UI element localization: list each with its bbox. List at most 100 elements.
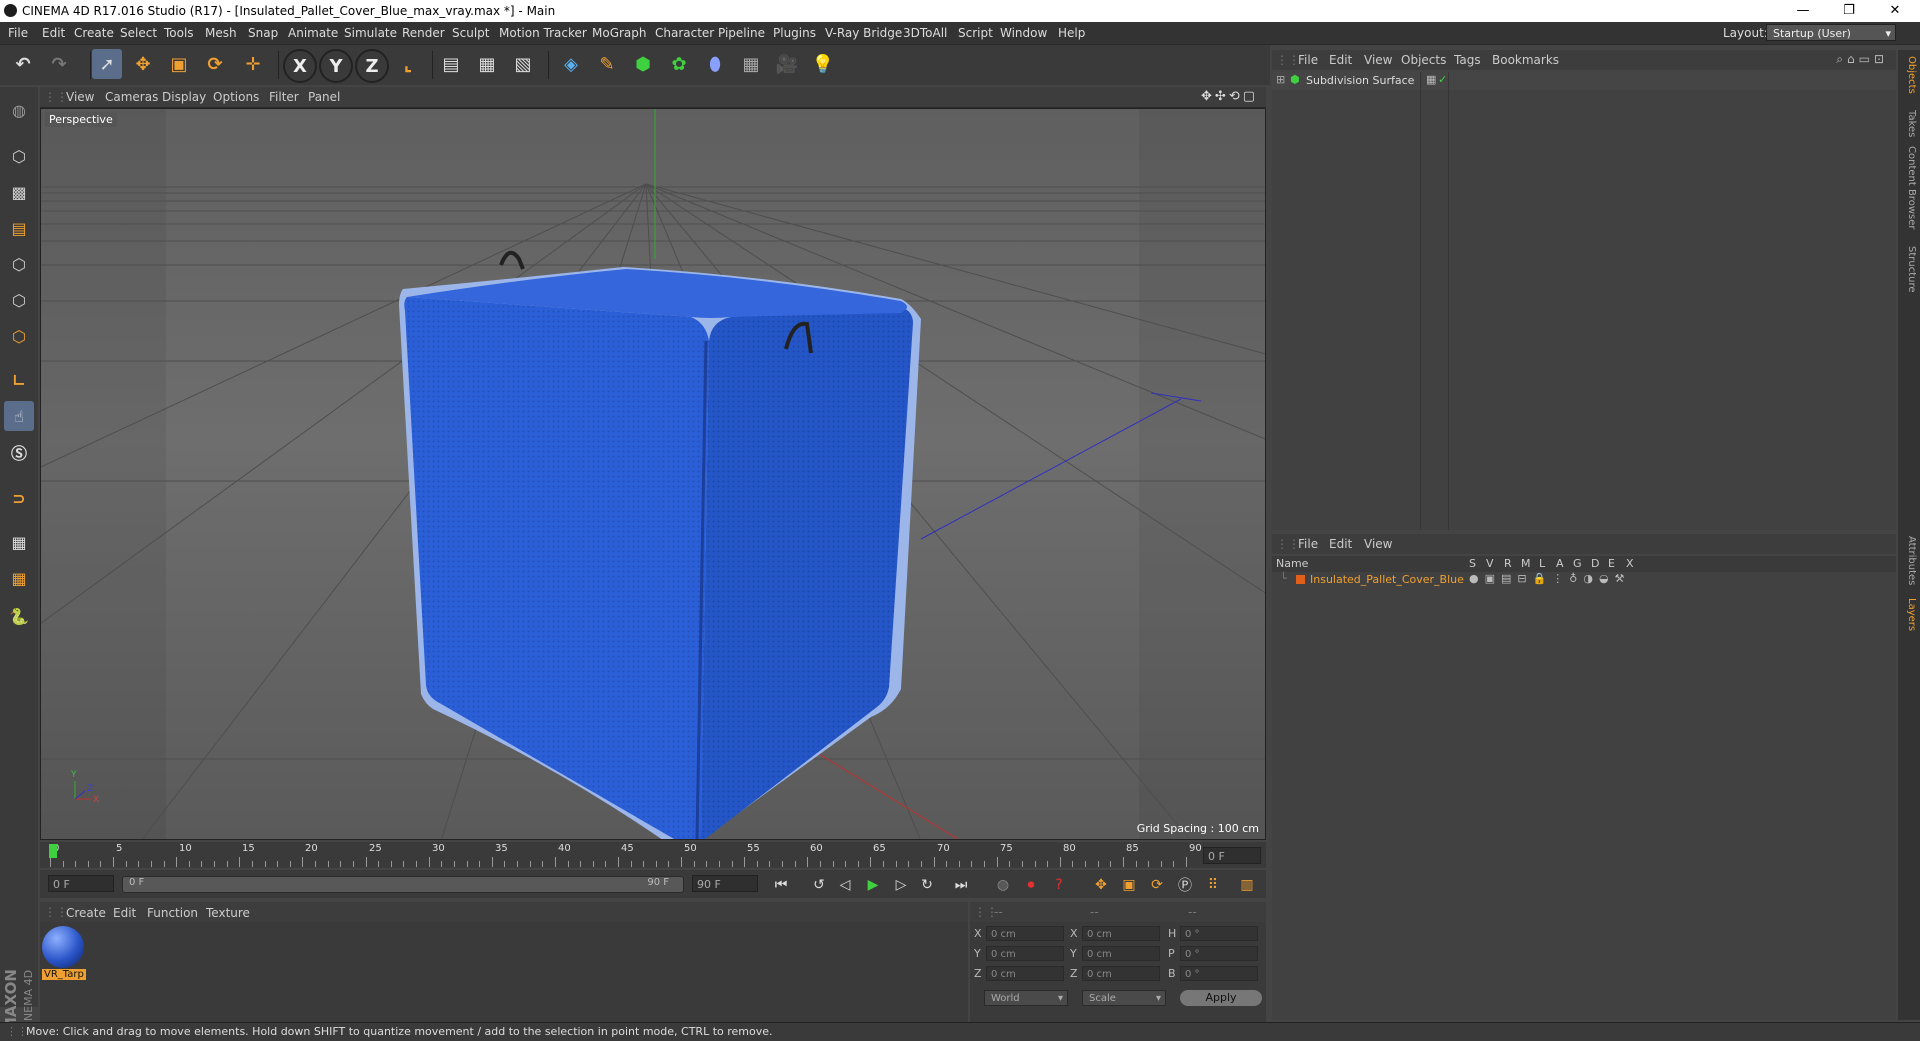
go-to-start-icon[interactable]: ⏮ <box>770 874 792 896</box>
position-y-field[interactable]: 0 cm <box>986 946 1064 961</box>
viewport-menu-filter[interactable]: Filter <box>269 90 299 104</box>
viewport-menu-panel[interactable]: Panel <box>308 90 340 104</box>
menu-edit[interactable]: Edit <box>42 26 65 40</box>
undo-icon[interactable]: ↶ <box>8 49 38 79</box>
menu-tools[interactable]: Tools <box>164 26 194 40</box>
redo-icon[interactable]: ↷ <box>44 49 74 79</box>
expand-icon[interactable]: ⊞ <box>1276 73 1285 86</box>
motion-path-icon[interactable]: ◍ <box>992 874 1014 896</box>
col-view[interactable]: V <box>1486 557 1494 570</box>
enabled-check-icon[interactable]: ✓ <box>1438 73 1447 86</box>
viewport-menu-display[interactable]: Display <box>162 90 206 104</box>
close-button[interactable]: ✕ <box>1872 0 1918 22</box>
menu-file[interactable]: File <box>8 26 28 40</box>
object-menu-file[interactable]: File <box>1298 53 1318 67</box>
viewport-navigation-icons[interactable]: ✥✣⟲▢ <box>1201 89 1258 104</box>
next-frame-icon[interactable]: ▷ <box>890 874 912 896</box>
subdivision-surface-icon[interactable]: ⬢ <box>628 49 658 79</box>
col-expressions[interactable]: E <box>1608 557 1615 570</box>
texture-mode-icon[interactable]: ▩ <box>4 177 34 207</box>
drag-handle-icon[interactable]: ⋮⋮ <box>1276 537 1300 551</box>
playhead[interactable] <box>49 844 57 858</box>
menu-mesh[interactable]: Mesh <box>205 26 237 40</box>
tab-layers[interactable]: Layers <box>1901 598 1917 631</box>
make-editable-icon[interactable]: ◍ <box>4 95 34 125</box>
snapping-icon[interactable]: Ⓢ <box>4 437 34 467</box>
magnet-icon[interactable]: ⊃ <box>4 483 34 513</box>
timeline-ruler[interactable]: 051015202530354045505560657075808590 0 F <box>40 842 1266 868</box>
deformer-icon[interactable]: ⬮ <box>700 49 730 79</box>
menu-motion-tracker[interactable]: Motion Tracker <box>499 26 587 40</box>
live-selection-icon[interactable]: ➚ <box>92 49 122 79</box>
viewport-menu-view[interactable]: View <box>66 90 94 104</box>
range-slider[interactable]: 0 F 90 F <box>122 876 684 893</box>
object-menu-objects[interactable]: Objects <box>1401 53 1446 67</box>
menu-character[interactable]: Character <box>655 26 714 40</box>
key-rotation-icon[interactable]: ⟳ <box>1146 874 1168 896</box>
spline-pen-icon[interactable]: ✎ <box>592 49 622 79</box>
z-axis-lock-icon[interactable]: Z <box>355 49 389 83</box>
record-icon[interactable]: ⏺ <box>1020 874 1042 896</box>
tab-takes[interactable]: Takes <box>1901 110 1917 137</box>
rotation-h-field[interactable]: 0 ° <box>1180 926 1258 941</box>
menu-3dtoall[interactable]: 3DToAll <box>903 26 947 40</box>
key-point-level-icon[interactable]: ⠿ <box>1202 874 1224 896</box>
object-name[interactable]: Subdivision Surface <box>1306 74 1414 87</box>
key-scale-icon[interactable]: ▣ <box>1118 874 1140 896</box>
cloner-icon[interactable]: ✿ <box>664 49 694 79</box>
object-menu-bookmarks[interactable]: Bookmarks <box>1492 53 1559 67</box>
key-parameter-icon[interactable]: Ⓟ <box>1174 874 1196 896</box>
col-deformers[interactable]: D <box>1591 557 1599 570</box>
menu-vray-bridge[interactable]: V-Ray Bridge <box>825 26 902 40</box>
object-menu-view[interactable]: View <box>1364 53 1392 67</box>
menu-sculpt[interactable]: Sculpt <box>452 26 489 40</box>
col-animation[interactable]: A <box>1556 557 1564 570</box>
autokey-icon[interactable]: ? <box>1048 874 1070 896</box>
layer-menu-file[interactable]: File <box>1298 537 1318 551</box>
material-swatch[interactable]: VR_Tarp <box>42 926 86 982</box>
size-mode-dropdown[interactable]: Scale ▾ <box>1082 990 1166 1006</box>
layer-row[interactable]: └ Insulated_Pallet_Cover_Blue ●▣▤⊟🔒⋮♁◑◒⚒ <box>1272 572 1896 588</box>
camera-label[interactable]: Perspective <box>45 112 117 127</box>
object-menu-edit[interactable]: Edit <box>1329 53 1352 67</box>
layer-menu-edit[interactable]: Edit <box>1329 537 1352 551</box>
col-manager[interactable]: M <box>1521 557 1531 570</box>
menu-select[interactable]: Select <box>120 26 157 40</box>
menu-render[interactable]: Render <box>402 26 445 40</box>
tab-structure[interactable]: Structure <box>1901 246 1917 293</box>
layer-menu-view[interactable]: View <box>1364 537 1392 551</box>
planar-workplane-icon[interactable]: ▦ <box>4 563 34 593</box>
end-frame-field[interactable]: 90 F <box>692 875 758 892</box>
polygons-mode-icon[interactable]: ⬡ <box>4 321 34 351</box>
render-to-picture-viewer-icon[interactable]: ▦ <box>472 49 502 79</box>
start-frame-field[interactable]: 0 F <box>48 875 114 892</box>
layer-toggle-icons[interactable]: ●▣▤⊟🔒⋮♁◑◒⚒ <box>1469 572 1630 585</box>
menu-script[interactable]: Script <box>958 26 993 40</box>
material-menu-edit[interactable]: Edit <box>113 906 136 920</box>
visibility-toggle-icon[interactable]: ▦ <box>1426 73 1436 86</box>
rotate-icon[interactable]: ⟳ <box>200 49 230 79</box>
next-keyframe-icon[interactable]: ↻ <box>916 874 938 896</box>
rotation-p-field[interactable]: 0 ° <box>1180 946 1258 961</box>
current-frame-field[interactable]: 0 F <box>1203 847 1261 864</box>
layout-dropdown[interactable]: Startup (User) ▾ <box>1766 24 1896 41</box>
transform-icon[interactable]: ✛ <box>238 49 268 79</box>
python-icon[interactable]: 🐍 <box>4 601 34 631</box>
render-view-icon[interactable]: ▤ <box>436 49 466 79</box>
floor-icon[interactable]: ▦ <box>736 49 766 79</box>
model-mode-icon[interactable]: ⬡ <box>4 141 34 171</box>
col-render[interactable]: R <box>1504 557 1512 570</box>
drag-handle-icon[interactable]: ⋮⋮ <box>44 90 68 104</box>
material-menu-texture[interactable]: Texture <box>206 906 250 920</box>
previous-frame-icon[interactable]: ◁ <box>834 874 856 896</box>
coordinate-mode-dropdown[interactable]: World ▾ <box>984 990 1068 1006</box>
position-z-field[interactable]: 0 cm <box>986 966 1064 981</box>
layer-name[interactable]: Insulated_Pallet_Cover_Blue <box>1310 573 1464 586</box>
material-menu-function[interactable]: Function <box>147 906 198 920</box>
object-manager-search-home-icons[interactable]: ⌕⌂▭⊡ <box>1836 52 1888 67</box>
col-solo[interactable]: S <box>1469 557 1476 570</box>
col-generators[interactable]: G <box>1573 557 1582 570</box>
object-row[interactable]: ⊞ ⬢ Subdivision Surface ▦ ✓ <box>1272 72 1896 530</box>
menu-window[interactable]: Window <box>1000 26 1047 40</box>
material-menu-create[interactable]: Create <box>66 906 106 920</box>
